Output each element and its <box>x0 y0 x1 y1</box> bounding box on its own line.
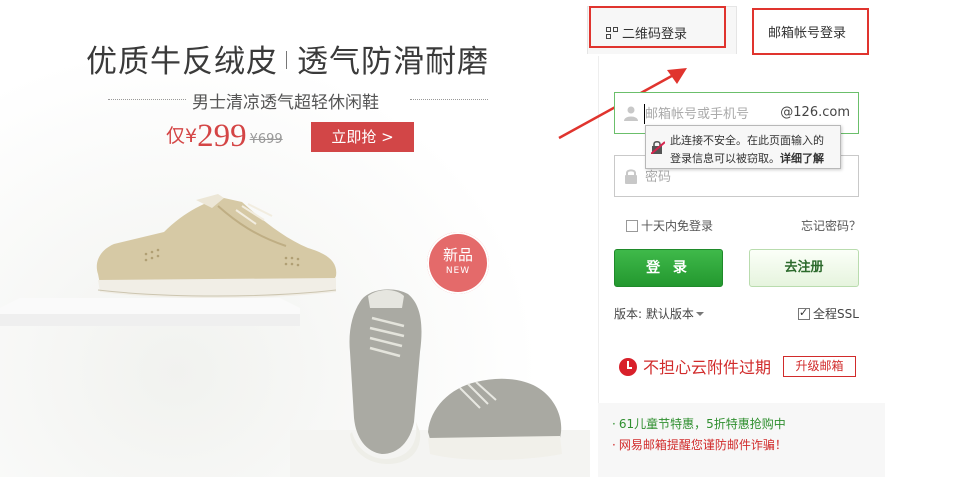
remember-me[interactable]: 十天内免登录 <box>626 217 713 234</box>
tab-mail-label: 邮箱帐号登录 <box>768 26 847 41</box>
new-badge-en: NEW <box>445 266 471 276</box>
promo-text: 不担心云附件过期 <box>643 358 772 377</box>
bullet-icon: · <box>612 438 616 452</box>
chevron-down-icon <box>695 312 704 316</box>
beige-shoe-image <box>96 194 337 298</box>
subline-text: 男士清凉透气超轻休闲鞋 <box>192 93 379 113</box>
subline-dots-right <box>410 99 488 100</box>
promo-banner[interactable]: 优质牛反绒皮 透气防滑耐磨 男士清凉透气超轻休闲鞋 仅¥299 ¥699 立即抢 > <box>0 0 590 477</box>
lock-icon <box>625 169 637 184</box>
tab-mail-login[interactable]: 邮箱帐号登录 <box>752 8 870 54</box>
tab-qr-login[interactable]: 二维码登录 <box>587 6 737 54</box>
tab-qr-inner: 二维码登录 <box>606 23 687 42</box>
cloud-attachment-promo: 不担心云附件过期 <box>619 354 771 378</box>
old-price: ¥699 <box>249 132 283 147</box>
ssl-label: 全程SSL <box>813 307 859 321</box>
learn-more-link[interactable]: 详细了解 <box>780 152 824 165</box>
bullet-icon: · <box>612 417 616 431</box>
subline-dots-left <box>108 99 186 100</box>
tooltip-line1: 此连接不安全。在此页面输入的 <box>670 134 824 147</box>
news-item-text: 61儿童节特惠，5折特惠抢购中 <box>618 417 786 431</box>
domain-suffix: @126.com <box>780 105 850 120</box>
new-badge: 新品 NEW <box>427 232 489 294</box>
banner-subline: 男士清凉透气超轻休闲鞋 <box>108 88 488 113</box>
text-cursor <box>644 104 645 124</box>
grey-shoe-side-image <box>428 378 562 460</box>
username-input[interactable] <box>645 101 795 127</box>
ssl-toggle[interactable]: 全程SSL <box>798 305 859 322</box>
headline-separator <box>286 51 287 69</box>
banner-headline: 优质牛反绒皮 透气防滑耐磨 <box>86 36 489 81</box>
grey-shoe-front-image <box>349 289 422 464</box>
clock-icon <box>619 358 637 376</box>
ssl-checkbox[interactable] <box>798 306 810 320</box>
price-prefix: 仅 <box>166 125 186 147</box>
register-button[interactable]: 去注册 <box>749 249 859 287</box>
version-selector[interactable]: 版本: 默认版本 <box>614 305 704 322</box>
headline-left: 优质牛反绒皮 <box>86 44 278 80</box>
price-currency: ¥ <box>185 125 198 147</box>
tooltip-line2-text: 登录信息可以被窃取。 <box>670 152 780 165</box>
news-item-text: 网易邮箱提醒您谨防邮件诈骗！ <box>618 438 787 452</box>
insecure-lock-icon <box>651 140 665 154</box>
remember-checkbox[interactable] <box>626 220 638 232</box>
tooltip-line2: 登录信息可以被窃取。详细了解 <box>670 150 824 166</box>
headline-right: 透气防滑耐磨 <box>297 44 489 80</box>
buy-now-button[interactable]: 立即抢 > <box>311 122 414 152</box>
price-row: 仅¥299 ¥699 <box>166 118 283 158</box>
qr-code-icon <box>606 27 618 39</box>
login-button[interactable]: 登 录 <box>614 249 723 287</box>
new-badge-cn: 新品 <box>442 246 473 264</box>
remember-label: 十天内免登录 <box>641 219 714 233</box>
user-icon <box>624 106 638 121</box>
tab-qr-label: 二维码登录 <box>622 27 688 42</box>
news-panel: · 61儿童节特惠，5折特惠抢购中 · 网易邮箱提醒您谨防邮件诈骗！ <box>598 403 885 477</box>
news-item[interactable]: · 61儿童节特惠，5折特惠抢购中 <box>612 415 786 432</box>
forgot-password-link[interactable]: 忘记密码？ <box>801 217 861 234</box>
news-item[interactable]: · 网易邮箱提醒您谨防邮件诈骗！ <box>612 436 787 453</box>
insecure-connection-tooltip: 此连接不安全。在此页面输入的 登录信息可以被窃取。详细了解 <box>645 125 841 169</box>
upgrade-mailbox-button[interactable]: 升级邮箱 <box>783 356 856 377</box>
price-value: 299 <box>197 118 247 154</box>
version-label: 版本: 默认版本 <box>614 307 694 321</box>
